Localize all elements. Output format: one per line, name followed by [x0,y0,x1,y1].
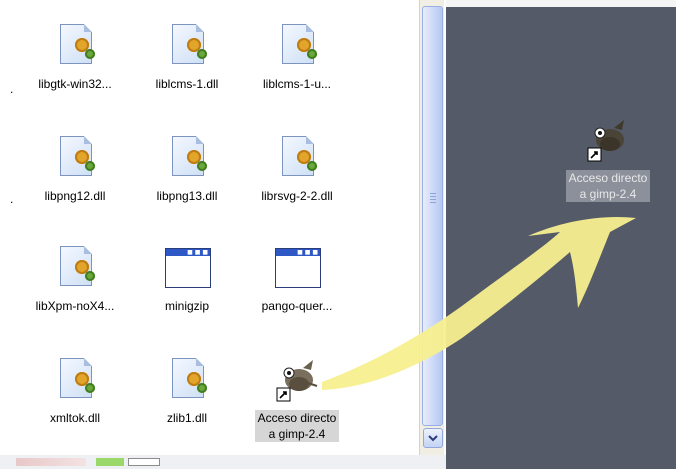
desktop-shortcut-label-line1: Acceso directo [568,171,648,185]
dll-icon [53,356,97,404]
shortcut-label-line2: a gimp-2.4 [268,427,326,441]
file-label: librsvg-2-2.dll [261,189,333,203]
dll-icon [275,134,319,182]
file-libpng12[interactable]: libpng12.dll [20,134,130,224]
window-icon: ■ ■ ■ [165,244,211,292]
file-label: xmltok.dll [49,411,100,425]
left-stub-row2: . [10,192,14,206]
file-liblcms-1[interactable]: liblcms-1.dll [132,22,242,112]
desktop-top-edge [446,0,676,7]
gimp-shortcut-on-desktop[interactable]: Acceso directo a gimp-2.4 [548,118,668,214]
file-libgtk-win32[interactable]: libgtk-win32... [20,22,130,112]
window-icon: ■ ■ ■ [275,244,321,292]
file-label: minigzip [164,299,209,313]
file-label: libpng12.dll [44,189,106,203]
file-label: libXpm-noX4... [35,299,115,313]
taskbar-strip [0,455,446,469]
dll-icon [165,22,209,70]
chevron-down-icon [428,435,438,442]
file-liblcms-1-u[interactable]: liblcms-1-u... [242,22,352,112]
vertical-scrollbar[interactable] [419,0,444,455]
shortcut-label-selected: Acceso directo a gimp-2.4 [254,410,340,442]
file-xmltok[interactable]: xmltok.dll [20,356,130,446]
file-label: libpng13.dll [156,189,218,203]
gimp-shortcut-icon [586,118,630,166]
file-librsvg-2-2[interactable]: librsvg-2-2.dll [242,134,352,224]
dll-icon [275,22,319,70]
file-libxpm-nox4[interactable]: libXpm-noX4... [20,244,130,334]
scroll-down-button[interactable] [423,428,443,448]
file-minigzip[interactable]: ■ ■ ■ minigzip [132,244,242,334]
file-label: zlib1.dll [166,411,208,425]
file-label: pango-quer... [261,299,333,313]
file-pango-querymodules[interactable]: ■ ■ ■ pango-quer... [242,244,352,334]
desktop-shortcut-label-line2: a gimp-2.4 [579,187,637,201]
left-stub-row1: . [10,82,14,96]
file-zlib1[interactable]: zlib1.dll [132,356,242,446]
scroll-track[interactable] [420,0,444,426]
desktop-background [446,0,676,469]
file-libpng13[interactable]: libpng13.dll [132,134,242,224]
file-label: liblcms-1-u... [262,77,331,91]
dll-icon [53,134,97,182]
dll-icon [165,134,209,182]
gimp-shortcut-icon [275,356,319,404]
dll-icon [53,22,97,70]
file-explorer-pane: . . libgtk-win32... liblcms-1.dll liblcm… [0,0,446,455]
scroll-thumb[interactable] [422,6,443,426]
file-label: libgtk-win32... [38,77,112,91]
desktop-shortcut-label: Acceso directo a gimp-2.4 [565,170,651,202]
gimp-shortcut-in-folder[interactable]: Acceso directo a gimp-2.4 [242,356,352,452]
dll-icon [165,356,209,404]
file-label: liblcms-1.dll [155,77,219,91]
shortcut-label-line1: Acceso directo [257,411,337,425]
dll-icon [53,244,97,292]
